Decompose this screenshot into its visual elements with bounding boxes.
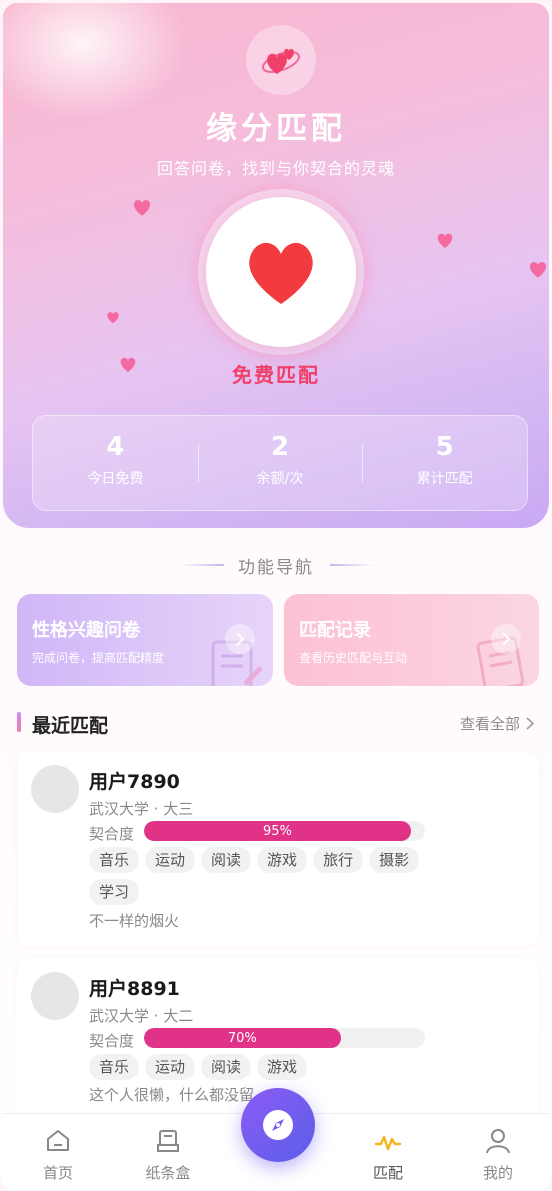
- center-discover-button[interactable]: [241, 1088, 315, 1162]
- stat-value: 5: [435, 432, 454, 462]
- stat-total-matches: 5 累计匹配: [362, 416, 527, 510]
- interest-tags: 音乐 运动 阅读 游戏: [89, 1054, 434, 1080]
- floating-heart-icon: [133, 200, 151, 216]
- match-card[interactable]: 用户7890 武汉大学 · 大三 契合度 95% 音乐 运动 阅读 游戏 旅行 摄影 学习 …: [17, 751, 539, 946]
- user-name: 用户8891: [89, 978, 180, 1000]
- view-all-link[interactable]: 查看全部: [460, 713, 534, 734]
- interest-tag: 学习: [89, 879, 140, 905]
- interest-tag: 旅行: [313, 847, 364, 873]
- home-icon: [47, 1130, 69, 1151]
- stat-label: 累计匹配: [416, 471, 473, 487]
- match-wave-icon: [374, 1135, 402, 1151]
- avatar[interactable]: [31, 972, 79, 1020]
- app-frame: 缘分匹配 回答问卷，找到与你契合的灵魂 免费匹配 4 今日免费 2 余额/次 5…: [0, 0, 552, 1191]
- interest-tag: 音乐: [89, 847, 140, 873]
- feature-subtitle: 查看历史匹配与互动: [299, 651, 408, 665]
- nav-section-title: 功能导航: [238, 558, 314, 578]
- interest-tag: 阅读: [201, 1054, 252, 1080]
- tab-label: 首页: [42, 1164, 73, 1182]
- feature-title: 匹配记录: [299, 620, 371, 641]
- stat-balance: 2 余额/次: [197, 416, 363, 510]
- questionnaire-card[interactable]: 性格兴趣问卷 完成问卷，提高匹配精度: [17, 594, 273, 686]
- interest-tag: 运动: [145, 847, 196, 873]
- interest-tag: 阅读: [201, 847, 252, 873]
- chevron-right-icon[interactable]: [225, 624, 255, 654]
- user-school: 武汉大学 · 大二: [89, 1007, 194, 1025]
- recent-matches-title: 最近匹配: [32, 715, 109, 737]
- user-bio: 不一样的烟火: [89, 912, 180, 930]
- chevron-right-icon[interactable]: [491, 624, 521, 654]
- free-match-label[interactable]: 免费匹配: [3, 359, 549, 388]
- feature-title: 性格兴趣问卷: [32, 620, 140, 641]
- hero-title: 缘分匹配: [206, 111, 346, 147]
- double-heart-icon: [261, 48, 301, 74]
- user-school: 武汉大学 · 大三: [89, 800, 194, 818]
- compat-label: 契合度: [89, 1032, 135, 1050]
- profile-icon: [486, 1129, 510, 1154]
- heart-icon: [249, 242, 313, 304]
- tab-home[interactable]: 首页: [13, 1128, 103, 1183]
- stat-label: 今日免费: [87, 471, 144, 487]
- tab-profile[interactable]: 我的: [453, 1128, 543, 1183]
- chevron-right-icon: [526, 717, 534, 730]
- tab-label: 匹配: [372, 1164, 403, 1182]
- tab-label: 我的: [482, 1164, 513, 1182]
- hero-section: 缘分匹配 回答问卷，找到与你契合的灵魂 免费匹配 4 今日免费 2 余额/次 5…: [3, 3, 549, 528]
- user-name: 用户7890: [89, 771, 180, 793]
- free-match-button[interactable]: [198, 189, 364, 355]
- stat-value: 4: [106, 432, 125, 462]
- divider-right: [330, 564, 374, 566]
- floating-heart-icon: [437, 233, 453, 248]
- match-history-card[interactable]: 匹配记录 查看历史匹配与互动: [284, 594, 539, 686]
- section-accent-bar: [17, 712, 21, 732]
- feature-subtitle: 完成问卷，提高匹配精度: [32, 651, 165, 665]
- compat-label: 契合度: [89, 825, 135, 843]
- compat-progress-fill: 70%: [144, 1028, 341, 1048]
- hero-subtitle: 回答问卷，找到与你契合的灵魂: [156, 159, 395, 178]
- interest-tag: 音乐: [89, 1054, 140, 1080]
- compat-progress-fill: 95%: [144, 821, 411, 841]
- compass-icon: [263, 1110, 293, 1140]
- floating-heart-icon: [529, 262, 547, 278]
- stat-today-free: 4 今日免费: [33, 416, 198, 510]
- floating-heart-icon: [107, 312, 119, 324]
- interest-tag: 运动: [145, 1054, 196, 1080]
- user-bio: 这个人很懒，什么都没留: [89, 1086, 255, 1104]
- interest-tag: 摄影: [369, 847, 420, 873]
- tab-label: 纸条盒: [145, 1164, 191, 1182]
- app-logo: [246, 25, 316, 95]
- compat-progress-bar: 95%: [144, 821, 425, 841]
- stat-value: 2: [270, 432, 290, 462]
- compat-progress-bar: 70%: [144, 1028, 425, 1048]
- interest-tag: 游戏: [257, 1054, 308, 1080]
- note-box-icon: [157, 1130, 179, 1152]
- interest-tags: 音乐 运动 阅读 游戏 旅行 摄影学习: [89, 847, 434, 905]
- tab-note-box[interactable]: 纸条盒: [123, 1128, 213, 1183]
- match-button-core[interactable]: [206, 197, 356, 347]
- stat-label: 余额/次: [256, 471, 304, 487]
- tab-match[interactable]: 匹配: [343, 1128, 433, 1183]
- stats-panel: 4 今日免费 2 余额/次 5 累计匹配: [32, 415, 528, 511]
- view-all-label[interactable]: 查看全部: [460, 713, 520, 734]
- avatar[interactable]: [31, 765, 79, 813]
- interest-tag: 游戏: [257, 847, 308, 873]
